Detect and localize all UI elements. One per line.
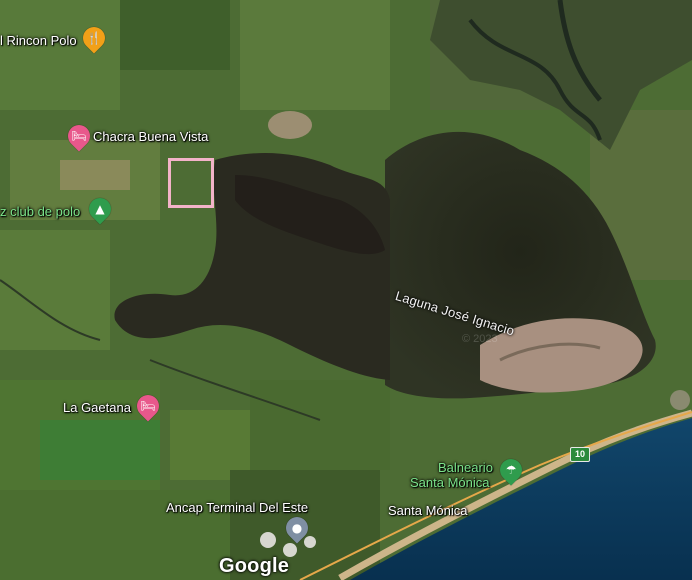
beach-pin[interactable]: ☂ [495,454,527,486]
place-icon: ● [291,521,303,535]
place-label-rincon-polo[interactable]: l Rincon Polo [0,34,77,47]
place-label-la-gaetana[interactable]: La Gaetana [63,401,131,414]
satellite-map[interactable]: 🍴 l Rincon Polo 🛏 Chacra Buena Vista z c… [0,0,692,580]
google-logo: Google [219,555,290,577]
place-label-club-de-polo[interactable]: z club de polo [0,205,80,218]
tree-icon: ▲ [95,202,105,216]
park-pin[interactable]: ▲ [84,193,116,225]
place-label-balneario-line1[interactable]: Balneario [438,461,493,474]
restaurant-pin[interactable]: 🍴 [78,22,110,54]
copyright-watermark: © 2023 [462,333,498,345]
lodging-pin-la-gaetana[interactable]: 🛏 [132,390,164,422]
beach-umbrella-icon: ☂ [505,463,517,477]
bed-icon: 🛏 [140,399,156,413]
road-shield-10: 10 [570,447,590,462]
selection-rectangle[interactable] [168,158,214,208]
place-pin-ancap[interactable]: ● [281,512,313,544]
place-label-santa-monica[interactable]: Santa Mónica [388,504,468,517]
restaurant-icon: 🍴 [86,31,102,45]
place-label-ancap[interactable]: Ancap Terminal Del Este [166,501,308,514]
lodging-pin-chacra[interactable]: 🛏 [63,120,95,152]
bed-icon: 🛏 [71,129,87,143]
satellite-imagery [0,0,692,580]
place-label-chacra-buena-vista[interactable]: Chacra Buena Vista [93,130,208,143]
place-label-balneario-line2[interactable]: Santa Mónica [410,476,490,489]
